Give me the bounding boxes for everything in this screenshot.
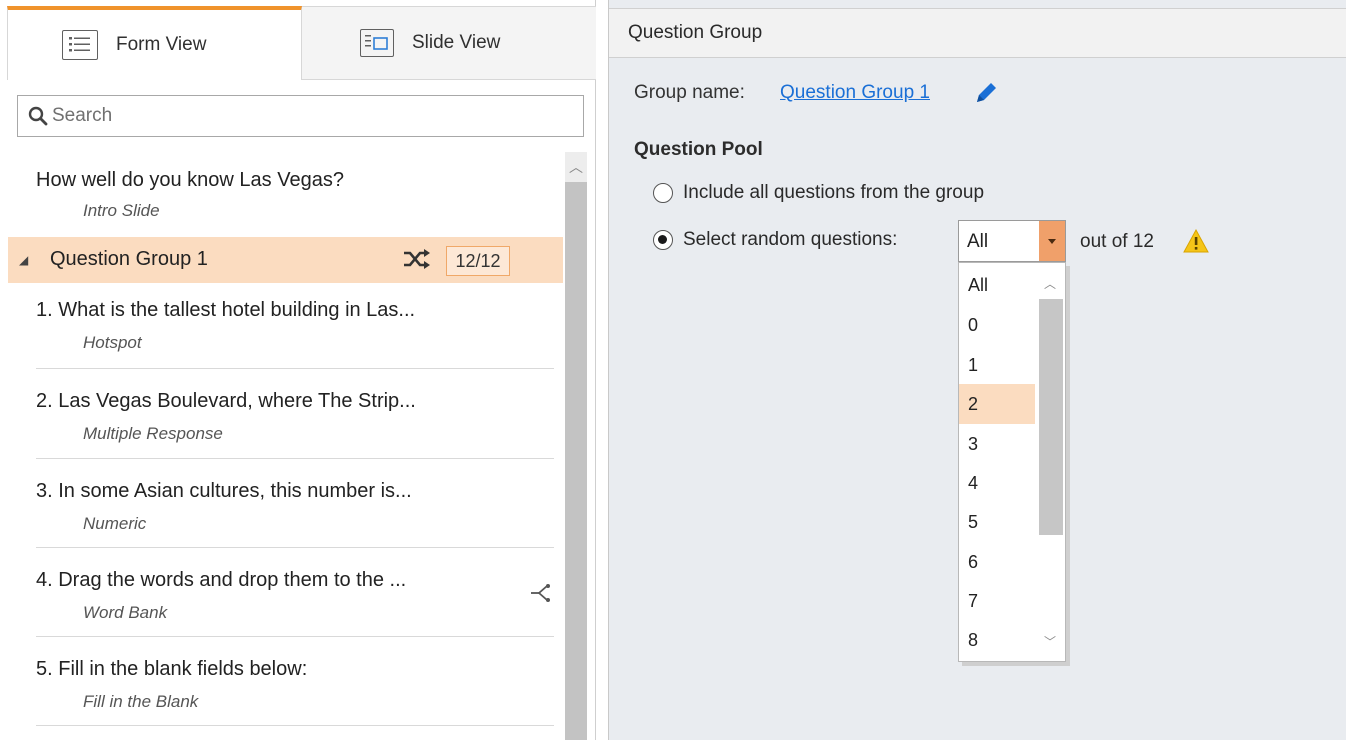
dropdown-option[interactable]: 1 xyxy=(959,345,1035,385)
list-icon xyxy=(62,30,98,60)
dropdown-option[interactable]: 7 xyxy=(959,581,1035,621)
list-item-title: 5. Fill in the blank fields below: xyxy=(36,658,308,680)
list-scrollbar[interactable]: ︿ xyxy=(565,152,587,740)
group-name-link[interactable]: Question Group 1 xyxy=(780,82,930,104)
dropdown-option[interactable]: 5 xyxy=(959,502,1035,542)
scrollbar-thumb[interactable] xyxy=(565,182,587,740)
dropdown-option[interactable]: 6 xyxy=(959,542,1035,582)
list-item-title: 1. What is the tallest hotel building in… xyxy=(36,299,416,321)
list-item-type: Intro Slide xyxy=(83,201,160,220)
view-tabs: Form View Slide View xyxy=(0,0,596,80)
shuffle-icon xyxy=(404,249,430,269)
list-item-type: Numeric xyxy=(83,514,147,533)
slide-icon xyxy=(360,29,394,57)
search-icon xyxy=(28,106,48,126)
list-item-title: How well do you know Las Vegas? xyxy=(36,169,344,191)
tab-form-view-label: Form View xyxy=(116,34,207,55)
radio-label: Include all questions from the group xyxy=(683,182,985,203)
group-name-label: Group name: xyxy=(634,82,745,103)
divider xyxy=(36,547,554,548)
radio-include-all[interactable]: Include all questions from the group xyxy=(653,182,984,204)
tab-form-view[interactable]: Form View xyxy=(7,6,302,80)
dropdown-option[interactable]: 3 xyxy=(959,424,1035,464)
list-item-type: Multiple Response xyxy=(83,424,223,443)
out-of-label: out of 12 xyxy=(1080,231,1154,252)
select-value: All xyxy=(967,231,989,252)
list-item-title: 2. Las Vegas Boulevard, where The Strip.… xyxy=(36,390,416,412)
divider xyxy=(36,368,554,369)
radio-label: Select random questions: xyxy=(683,229,898,250)
dropdown-option[interactable]: All xyxy=(959,265,1035,305)
group-question-count[interactable]: 12/12 xyxy=(446,246,510,276)
scroll-down-icon[interactable]: ﹀ xyxy=(1035,633,1065,650)
dropdown-option[interactable]: 4 xyxy=(959,463,1035,503)
radio-select-random[interactable]: Select random questions: xyxy=(653,229,897,251)
search-box[interactable] xyxy=(17,95,584,137)
group-title: Question Group 1 xyxy=(50,248,208,270)
list-item-type: Hotspot xyxy=(83,333,142,352)
list-item-type: Fill in the Blank xyxy=(83,692,199,711)
divider xyxy=(36,725,554,726)
tab-slide-view-label: Slide View xyxy=(412,32,501,53)
scrollbar-thumb[interactable] xyxy=(1039,299,1063,535)
warning-icon[interactable] xyxy=(1182,228,1210,254)
scroll-up-icon[interactable]: ︿ xyxy=(1035,275,1065,292)
radio-button[interactable] xyxy=(653,230,673,250)
dropdown-option[interactable]: 0 xyxy=(959,305,1035,345)
search-input[interactable] xyxy=(52,105,572,127)
right-panel: Question Group Group name: Question Grou… xyxy=(608,0,1346,740)
left-panel: Form View Slide View How well do you kno… xyxy=(0,0,596,740)
list-item-type: Word Bank xyxy=(83,603,168,622)
question-pool-title: Question Pool xyxy=(634,139,763,160)
divider xyxy=(36,636,554,637)
scroll-up-icon[interactable]: ︿ xyxy=(565,152,587,182)
question-list: How well do you know Las Vegas? Intro Sl… xyxy=(8,152,563,740)
radio-button[interactable] xyxy=(653,183,673,203)
dropdown-scrollbar[interactable]: ︿ ﹀ xyxy=(1035,263,1065,661)
dropdown-option-highlighted[interactable]: 2 xyxy=(959,384,1035,424)
branching-icon xyxy=(531,584,550,602)
question-group-row[interactable]: ◢ Question Group 1 12/12 xyxy=(8,237,563,283)
tab-slide-view[interactable]: Slide View xyxy=(302,6,596,80)
divider xyxy=(36,458,554,459)
pencil-icon[interactable] xyxy=(973,80,999,106)
dropdown-option[interactable]: 8 xyxy=(959,620,1035,660)
random-count-dropdown[interactable]: All 0 1 2 3 4 5 6 7 8 ︿ ﹀ xyxy=(958,262,1066,662)
list-item-title: 3. In some Asian cultures, this number i… xyxy=(36,480,412,502)
panel-title: Question Group xyxy=(628,22,763,43)
collapse-triangle-icon[interactable]: ◢ xyxy=(19,253,28,267)
list-item-title: 4. Drag the words and drop them to the .… xyxy=(36,569,407,591)
chevron-down-icon[interactable] xyxy=(1039,221,1065,261)
panel-header: Question Group xyxy=(609,8,1346,58)
random-count-select[interactable]: All xyxy=(958,220,1066,262)
